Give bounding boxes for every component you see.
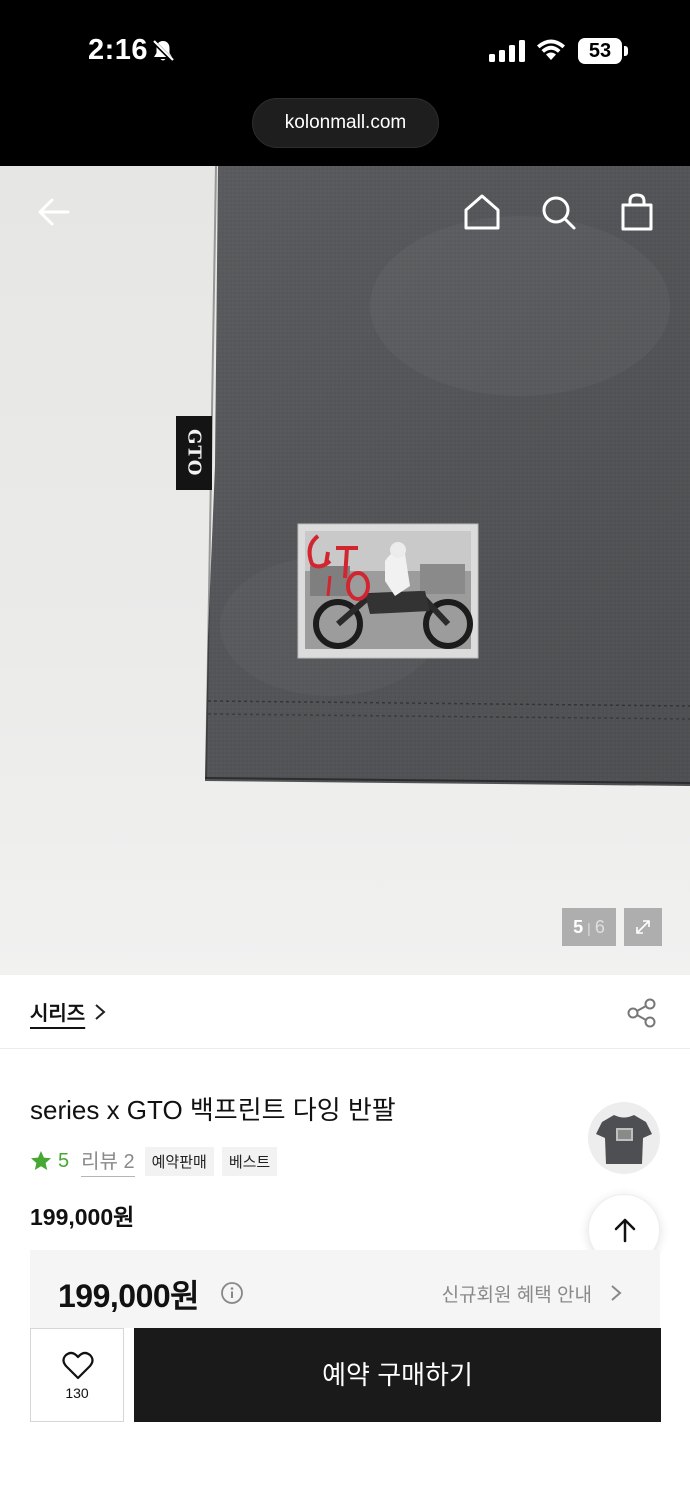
wifi-icon — [537, 39, 565, 60]
bell-muted-icon — [151, 39, 175, 63]
search-icon[interactable] — [538, 192, 578, 232]
rating-value: 5 — [58, 1149, 70, 1172]
rating-row: 5 리뷰 2 예약판매 베스트 — [30, 1145, 285, 1177]
wishlist-count: 130 — [65, 1385, 89, 1401]
product-image-carousel[interactable]: GTO 5 | 6 — [0, 166, 690, 975]
heart-icon — [62, 1351, 94, 1380]
image-counter-current: 5 — [573, 917, 584, 937]
review-link[interactable]: 리뷰 2 — [81, 1145, 135, 1177]
image-counter-separator: | — [587, 920, 591, 936]
shopping-bag-icon[interactable] — [617, 192, 657, 232]
tag-best: 베스트 — [221, 1146, 278, 1176]
clock: 2:16 — [88, 34, 149, 66]
wishlist-button[interactable]: 130 — [30, 1328, 124, 1422]
status-bar: 2:16 53 kolonmall.com — [0, 0, 690, 166]
back-arrow-icon[interactable] — [34, 192, 74, 232]
series-link[interactable]: 시리즈 — [30, 997, 85, 1026]
series-row: 시리즈 — [0, 975, 690, 1049]
tag-preorder: 예약판매 — [144, 1146, 214, 1176]
cellular-signal-icon — [489, 40, 525, 62]
benefit-price: 199,000원 — [58, 1278, 200, 1314]
chevron-right-icon[interactable] — [610, 1284, 622, 1302]
member-benefit-link[interactable]: 신규회원 혜택 안내 — [442, 1280, 592, 1307]
url-bar[interactable]: kolonmall.com — [252, 98, 439, 148]
battery-indicator: 53 — [578, 38, 628, 64]
home-icon[interactable] — [462, 192, 502, 232]
image-counter-total: 6 — [594, 917, 605, 937]
share-icon[interactable] — [626, 997, 658, 1029]
battery-level: 53 — [578, 38, 622, 64]
product-title: series x GTO 백프린트 다잉 반팔 — [30, 1095, 396, 1125]
preorder-buy-button[interactable]: 예약 구매하기 — [134, 1328, 661, 1422]
chevron-right-icon[interactable] — [94, 1003, 106, 1021]
tshirt-thumbnail-image — [596, 1115, 652, 1164]
product-price: 199,000원 — [30, 1204, 135, 1230]
expand-icon — [636, 920, 650, 934]
product-thumbnail[interactable] — [588, 1102, 660, 1174]
info-icon[interactable] — [220, 1281, 244, 1305]
benefit-bar: 199,000원 신규회원 혜택 안내 — [30, 1250, 660, 1328]
star-icon — [31, 1151, 51, 1170]
image-counter: 5 | 6 — [562, 908, 616, 946]
woven-label-text: GTO — [183, 429, 205, 477]
expand-image-button[interactable] — [624, 908, 662, 946]
product-photo — [176, 166, 690, 786]
battery-cap — [624, 46, 628, 56]
